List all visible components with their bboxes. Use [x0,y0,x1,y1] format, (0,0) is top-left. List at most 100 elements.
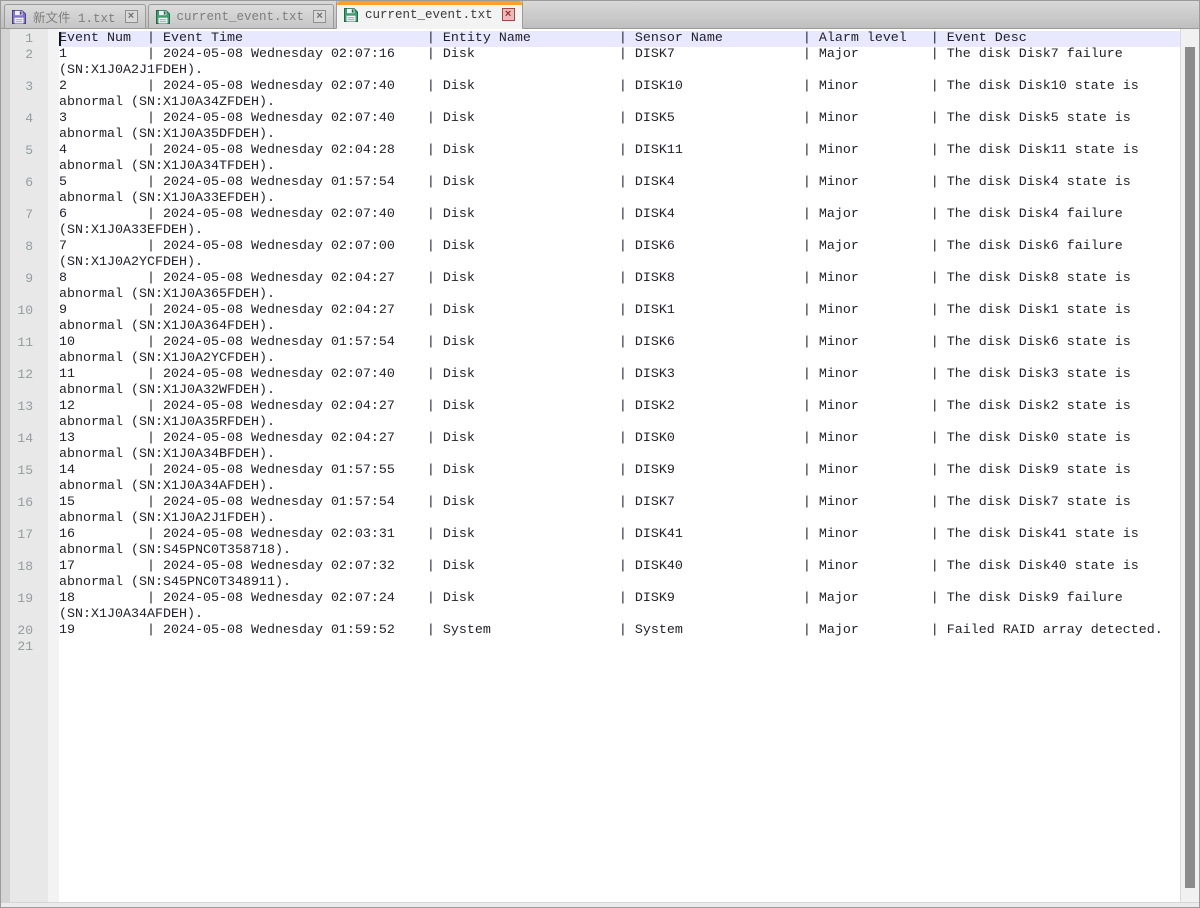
line-number: 16 [1,495,33,511]
line-text[interactable]: 5 | 2024-05-08 Wednesday 01:57:54 | Disk… [59,175,1180,191]
close-icon[interactable]: × [502,8,515,21]
line-text[interactable]: abnormal (SN:X1J0A35DFDEH). [59,127,1180,143]
scrollbar-thumb[interactable] [1185,47,1195,888]
editor-line: abnormal (SN:X1J0A35RFDEH). [1,415,1180,431]
line-text[interactable]: 16 | 2024-05-08 Wednesday 02:03:31 | Dis… [59,527,1180,543]
tab-2[interactable]: current_event.txt× [148,4,335,28]
editor-line: 76 | 2024-05-08 Wednesday 02:07:40 | Dis… [1,207,1180,223]
line-number [1,223,33,239]
line-text[interactable]: 9 | 2024-05-08 Wednesday 02:04:27 | Disk… [59,303,1180,319]
line-number [1,543,33,559]
line-text[interactable]: abnormal (SN:X1J0A33EFDEH). [59,191,1180,207]
editor-line: 14 13 | 2024-05-08 Wednesday 02:04:27 | D… [1,431,1180,447]
line-text[interactable]: abnormal (SN:X1J0A34TFDEH). [59,159,1180,175]
editor-line: abnormal (SN:X1J0A364FDEH). [1,319,1180,335]
text-caret [59,32,61,46]
editor-line: 32 | 2024-05-08 Wednesday 02:07:40 | Dis… [1,79,1180,95]
line-number: 10 [1,303,33,319]
editor-line: 19 18 | 2024-05-08 Wednesday 02:07:24 | D… [1,591,1180,607]
line-number: 2 [1,47,33,63]
line-text[interactable]: 19 | 2024-05-08 Wednesday 01:59:52 | Sys… [59,623,1180,639]
tab-bar: 新文件 1.txt×current_event.txt×current_even… [1,1,1199,29]
editor-line: 1 Event Num | Event Time | Entity Name | … [1,31,1180,47]
line-text[interactable]: 18 | 2024-05-08 Wednesday 02:07:24 | Dis… [59,591,1180,607]
line-number: 8 [1,239,33,255]
editor-line: 20 19 | 2024-05-08 Wednesday 01:59:52 | S… [1,623,1180,639]
line-text[interactable]: 8 | 2024-05-08 Wednesday 02:04:27 | Disk… [59,271,1180,287]
editor-line: abnormal (SN:S45PNC0T358718). [1,543,1180,559]
line-number [1,191,33,207]
editor-line: abnormal (SN:X1J0A32WFDEH). [1,383,1180,399]
line-text[interactable]: 13 | 2024-05-08 Wednesday 02:04:27 | Dis… [59,431,1180,447]
editor-line: abnormal (SN:X1J0A2J1FDEH). [1,511,1180,527]
editor-line: 5 4 | 2024-05-08 Wednesday 02:04:28 | Dis… [1,143,1180,159]
line-text[interactable]: abnormal (SN:S45PNC0T358718). [59,543,1180,559]
editor-line: abnormal (SN:X1J0A34TFDEH). [1,159,1180,175]
close-icon[interactable]: × [125,10,138,23]
line-text[interactable]: abnormal (SN:X1J0A34BFDEH). [59,447,1180,463]
line-number: 13 [1,399,33,415]
editor-line: abnormal (SN:X1J0A2YCFDEH). [1,351,1180,367]
line-text[interactable]: abnormal (SN:X1J0A32WFDEH). [59,383,1180,399]
line-number: 1 [1,31,33,47]
tab-3-active[interactable]: current_event.txt × [336,0,523,29]
editor-line: (SN:X1J0A2J1FDEH). [1,63,1180,79]
line-number: 14 [1,431,33,447]
line-number [1,319,33,335]
line-text[interactable]: abnormal (SN:S45PNC0T348911). [59,575,1180,591]
line-text[interactable]: 10 | 2024-05-08 Wednesday 01:57:54 | Dis… [59,335,1180,351]
vertical-scrollbar[interactable] [1180,29,1199,902]
line-text[interactable]: abnormal (SN:X1J0A35RFDEH). [59,415,1180,431]
line-text[interactable]: abnormal (SN:X1J0A365FDEH). [59,287,1180,303]
line-text[interactable]: (SN:X1J0A33EFDEH). [59,223,1180,239]
line-text[interactable]: 17 | 2024-05-08 Wednesday 02:07:32 | Dis… [59,559,1180,575]
editor-line: 4 3 | 2024-05-08 Wednesday 02:07:40 | Dis… [1,111,1180,127]
line-text[interactable]: (SN:X1J0A2J1FDEH). [59,63,1180,79]
line-text[interactable]: Event Num | Event Time | Entity Name | S… [59,31,1180,47]
horizontal-scrollbar[interactable] [1,902,1199,907]
line-number: 15 [1,463,33,479]
line-number [1,255,33,271]
tab-1[interactable]: 新文件 1.txt× [4,4,146,28]
line-text[interactable]: 12 | 2024-05-08 Wednesday 02:04:27 | Dis… [59,399,1180,415]
floppy-disk-icon [11,9,27,25]
line-number [1,479,33,495]
line-text[interactable]: abnormal (SN:X1J0A34ZFDEH). [59,95,1180,111]
line-number: 5 [1,143,33,159]
editor-line: (SN:X1J0A33EFDEH). [1,223,1180,239]
line-text[interactable]: 11 | 2024-05-08 Wednesday 02:07:40 | Dis… [59,367,1180,383]
line-text[interactable]: 2 | 2024-05-08 Wednesday 02:07:40 | Disk… [59,79,1180,95]
editor-line: abnormal (SN:S45PNC0T348911). [1,575,1180,591]
line-text[interactable]: abnormal (SN:X1J0A2J1FDEH). [59,511,1180,527]
editor-line: 10 9 | 2024-05-08 Wednesday 02:04:27 | Di… [1,303,1180,319]
line-number [1,63,33,79]
line-text[interactable]: (SN:X1J0A34AFDEH). [59,607,1180,623]
line-text[interactable]: (SN:X1J0A2YCFDEH). [59,255,1180,271]
line-text[interactable] [59,639,1180,655]
line-number: 19 [1,591,33,607]
line-text[interactable]: 3 | 2024-05-08 Wednesday 02:07:40 | Disk… [59,111,1180,127]
line-number: 18 [1,559,33,575]
line-text[interactable]: 15 | 2024-05-08 Wednesday 01:57:54 | Dis… [59,495,1180,511]
editor-line: 1110 | 2024-05-08 Wednesday 01:57:54 | D… [1,335,1180,351]
line-text[interactable]: 4 | 2024-05-08 Wednesday 02:04:28 | Disk… [59,143,1180,159]
text-editor[interactable]: 1 Event Num | Event Time | Entity Name | … [1,29,1199,902]
line-number: 9 [1,271,33,287]
line-text[interactable]: 6 | 2024-05-08 Wednesday 02:07:40 | Disk… [59,207,1180,223]
editor-line: abnormal (SN:X1J0A34AFDEH). [1,479,1180,495]
line-text[interactable]: 1 | 2024-05-08 Wednesday 02:07:16 | Disk… [59,47,1180,63]
editor-line: 8 7 | 2024-05-08 Wednesday 02:07:00 | Dis… [1,239,1180,255]
tab-title: current_event.txt [365,8,493,22]
line-text[interactable]: 14 | 2024-05-08 Wednesday 01:57:55 | Dis… [59,463,1180,479]
line-number: 4 [1,111,33,127]
line-text[interactable]: abnormal (SN:X1J0A364FDEH). [59,319,1180,335]
line-number [1,511,33,527]
editor-line: 6 5 | 2024-05-08 Wednesday 01:57:54 | Dis… [1,175,1180,191]
line-text[interactable]: abnormal (SN:X1J0A34AFDEH). [59,479,1180,495]
line-text[interactable]: abnormal (SN:X1J0A2YCFDEH). [59,351,1180,367]
line-text[interactable]: 7 | 2024-05-08 Wednesday 02:07:00 | Disk… [59,239,1180,255]
line-number: 6 [1,175,33,191]
editor-line: 1211 | 2024-05-08 Wednesday 02:07:40 | D… [1,367,1180,383]
line-number: 20 [1,623,33,639]
close-icon[interactable]: × [313,10,326,23]
